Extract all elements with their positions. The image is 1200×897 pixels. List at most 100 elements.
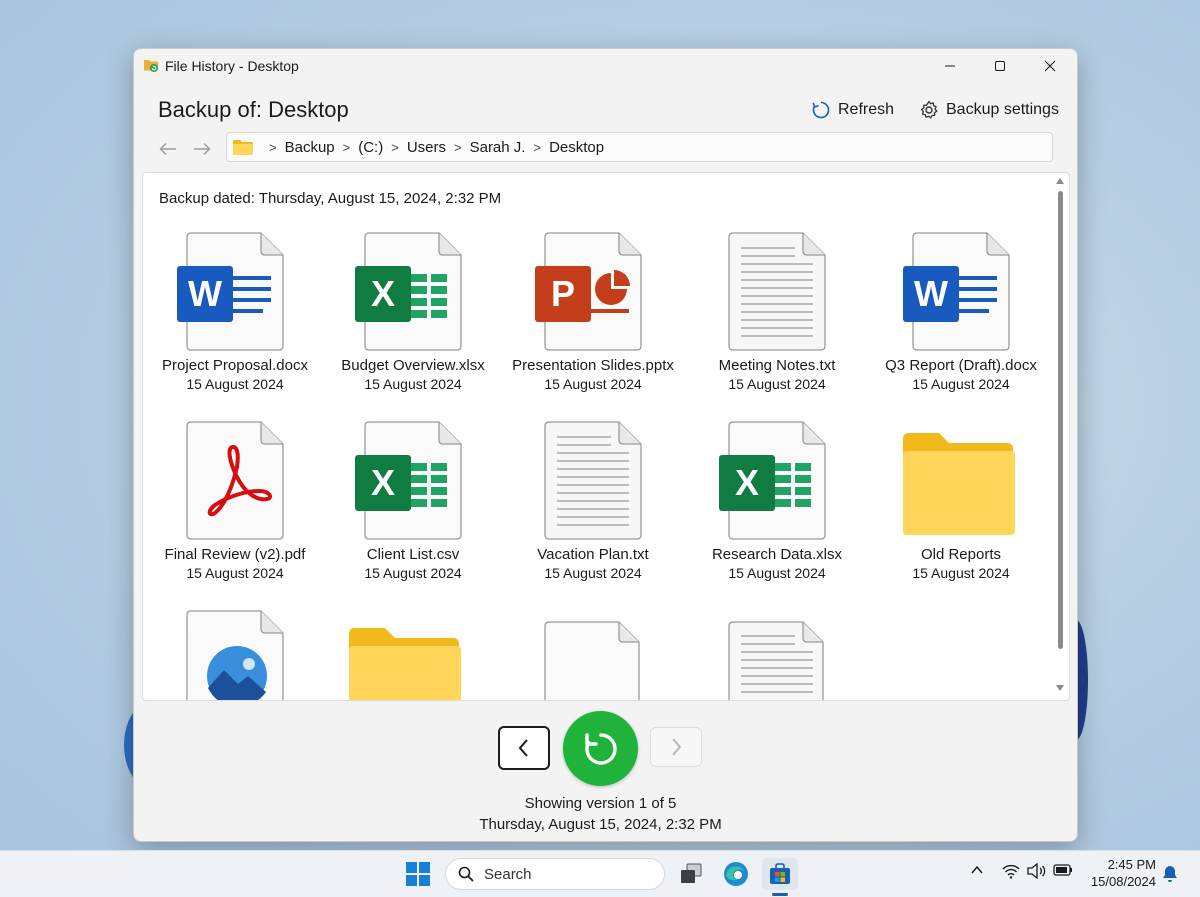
- edge-button[interactable]: [718, 858, 754, 890]
- file-item[interactable]: X Research Data.xlsx 15 August 2024: [687, 419, 867, 582]
- folder-icon: [233, 140, 253, 155]
- battery-icon[interactable]: [1053, 863, 1073, 877]
- file-date: 15 August 2024: [912, 565, 1010, 581]
- arrow-left-icon: [159, 143, 176, 155]
- store-icon: [770, 863, 790, 884]
- file-date: 15 August 2024: [186, 376, 284, 392]
- word-icon: W: [177, 232, 284, 351]
- file-name: Final Review (v2).pdf: [164, 546, 306, 563]
- arrow-right-icon: [194, 143, 211, 155]
- word-icon: W: [903, 232, 1010, 351]
- file-name: Client List.csv: [366, 546, 460, 563]
- scroll-down-icon[interactable]: [1056, 685, 1064, 691]
- chevron-right-icon: >: [342, 139, 351, 155]
- file-name: Research Data.xlsx: [711, 546, 843, 563]
- excel-icon: X: [355, 421, 462, 540]
- image-file-icon: [186, 610, 284, 700]
- vertical-scrollbar[interactable]: [1053, 173, 1067, 700]
- clock-time: 2:45 PM: [1107, 857, 1156, 872]
- title-bar[interactable]: File History - Desktop: [134, 49, 1077, 83]
- chevron-left-icon: [518, 739, 528, 757]
- file-item[interactable]: W Q3 Report (Draft).docx 15 August 2024: [871, 230, 1051, 393]
- file-item[interactable]: P Presentation Slides.pptx 15 August 202…: [503, 230, 683, 393]
- minimize-button[interactable]: [927, 49, 973, 83]
- folder-item[interactable]: Old Reports 15 August 2024: [871, 419, 1051, 582]
- gear-icon: [920, 100, 938, 119]
- file-item[interactable]: [687, 608, 867, 700]
- clock[interactable]: 2:45 PM 15/08/2024: [1084, 856, 1156, 890]
- address-bar[interactable]: > Backup > (C:) > Users > Sarah J. > Des…: [226, 132, 1053, 162]
- microsoft-store-button[interactable]: [762, 858, 798, 890]
- version-status: Showing version 1 of 5: [524, 795, 677, 812]
- svg-text:W: W: [914, 273, 948, 314]
- file-name: Project Proposal.docx: [162, 357, 308, 374]
- text-file-icon: [544, 421, 642, 540]
- maximize-button[interactable]: [977, 49, 1023, 83]
- svg-text:W: W: [188, 273, 222, 314]
- file-list-pane[interactable]: Backup dated: Thursday, August 15, 2024,…: [142, 172, 1070, 701]
- pdf-icon: [186, 421, 284, 540]
- close-button[interactable]: [1027, 49, 1073, 83]
- file-date: 15 August 2024: [364, 565, 462, 581]
- svg-text:P: P: [551, 273, 575, 314]
- refresh-label: Refresh: [838, 101, 895, 118]
- file-item[interactable]: W Project Proposal.docx 15 August 2024: [145, 230, 325, 393]
- breadcrumb-user[interactable]: Sarah J.: [470, 139, 526, 156]
- breadcrumb-users[interactable]: Users: [407, 139, 446, 156]
- taskbar: Search 2:45 PM 15/08/2024: [0, 850, 1200, 897]
- back-button[interactable]: [157, 139, 179, 159]
- previous-version-button[interactable]: [498, 726, 550, 770]
- file-name: Budget Overview.xlsx: [341, 357, 485, 374]
- volume-icon[interactable]: [1027, 863, 1047, 879]
- next-version-button[interactable]: [650, 727, 702, 767]
- file-item[interactable]: Vacation Plan.txt 15 August 2024: [503, 419, 683, 582]
- chevron-right-icon: >: [533, 139, 542, 155]
- file-item[interactable]: X Budget Overview.xlsx 15 August 2024: [323, 230, 503, 393]
- refresh-button[interactable]: Refresh: [810, 98, 894, 122]
- file-history-window: File History - Desktop Backup of: Deskto…: [133, 48, 1078, 842]
- search-placeholder: Search: [484, 865, 532, 883]
- chevron-right-icon: >: [454, 139, 462, 155]
- chevron-up-icon[interactable]: [971, 863, 983, 877]
- backup-dated-label: Backup dated: Thursday, August 15, 2024,…: [159, 190, 502, 207]
- blank-file-icon: [544, 621, 640, 700]
- file-item[interactable]: Final Review (v2).pdf 15 August 2024: [145, 419, 325, 582]
- file-item[interactable]: [503, 608, 683, 700]
- breadcrumb-desktop[interactable]: Desktop: [549, 139, 604, 156]
- windows-start-icon[interactable]: [406, 862, 430, 886]
- file-date: 15 August 2024: [544, 376, 642, 392]
- scroll-up-icon[interactable]: [1056, 178, 1064, 184]
- file-name: Presentation Slides.pptx: [512, 357, 674, 374]
- file-name: Vacation Plan.txt: [537, 546, 649, 563]
- taskbar-search-box[interactable]: Search: [445, 858, 665, 890]
- file-item[interactable]: X Client List.csv 15 August 2024: [323, 419, 503, 582]
- forward-button[interactable]: [191, 139, 213, 159]
- file-history-app-icon: [144, 60, 158, 72]
- svg-text:X: X: [371, 462, 395, 503]
- folder-icon: [903, 433, 1015, 535]
- backup-settings-button[interactable]: Backup settings: [918, 98, 1059, 122]
- restore-icon: [584, 732, 617, 765]
- svg-text:X: X: [371, 273, 395, 314]
- notification-bell-icon[interactable]: [1162, 865, 1178, 883]
- file-date: 15 August 2024: [186, 565, 284, 581]
- window-title: File History - Desktop: [165, 58, 299, 74]
- chevron-right-icon: [672, 738, 682, 756]
- wifi-icon[interactable]: [1002, 863, 1020, 879]
- search-icon: [458, 866, 474, 882]
- file-name: Meeting Notes.txt: [718, 357, 836, 374]
- refresh-icon: [812, 101, 830, 119]
- breadcrumb-backup[interactable]: Backup: [285, 139, 335, 156]
- chevron-right-icon: >: [391, 139, 399, 155]
- scroll-thumb[interactable]: [1058, 191, 1063, 649]
- file-item[interactable]: [145, 608, 325, 700]
- task-view-button[interactable]: [673, 858, 709, 890]
- restore-button[interactable]: [563, 711, 638, 786]
- file-date: 15 August 2024: [912, 376, 1010, 392]
- breadcrumb-drive[interactable]: (C:): [358, 139, 383, 156]
- folder-item[interactable]: [323, 608, 503, 700]
- file-item[interactable]: Meeting Notes.txt 15 August 2024: [687, 230, 867, 393]
- page-title: Backup of: Desktop: [158, 97, 349, 122]
- svg-text:X: X: [735, 462, 759, 503]
- folder-name: Old Reports: [920, 546, 1002, 563]
